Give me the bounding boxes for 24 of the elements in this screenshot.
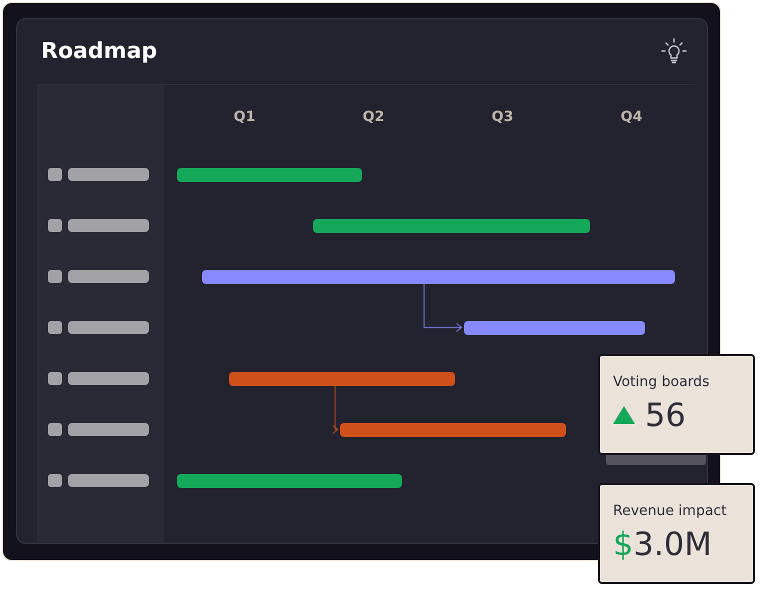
placeholder-square: [48, 372, 62, 385]
metric-label: Voting boards: [613, 374, 710, 390]
placeholder-square: [48, 474, 62, 487]
metric-value: $3.0M: [613, 525, 712, 563]
quarter-label: Q4: [620, 109, 642, 125]
placeholder-square: [48, 270, 62, 283]
quarter-label: Q1: [234, 109, 256, 125]
timeline-bar[interactable]: [176, 474, 402, 488]
up-triangle-icon: [613, 406, 635, 424]
timeline-bar[interactable]: [202, 270, 676, 284]
placeholder-square: [48, 168, 62, 181]
metric-value: 56: [645, 396, 686, 434]
roadmap-title: Roadmap: [41, 39, 158, 64]
timeline-bar[interactable]: [312, 218, 590, 232]
timeline-bar[interactable]: [340, 422, 566, 436]
placeholder-square: [48, 423, 62, 436]
placeholder-square: [48, 321, 62, 334]
quarter-label: Q3: [492, 109, 514, 125]
quarter-label: Q2: [362, 109, 384, 125]
timeline-bar[interactable]: [176, 168, 362, 182]
timeline-bar[interactable]: [229, 372, 455, 386]
timeline-bar[interactable]: [464, 320, 646, 334]
placeholder-square: [48, 219, 62, 232]
metric-label: Revenue impact: [613, 503, 728, 519]
